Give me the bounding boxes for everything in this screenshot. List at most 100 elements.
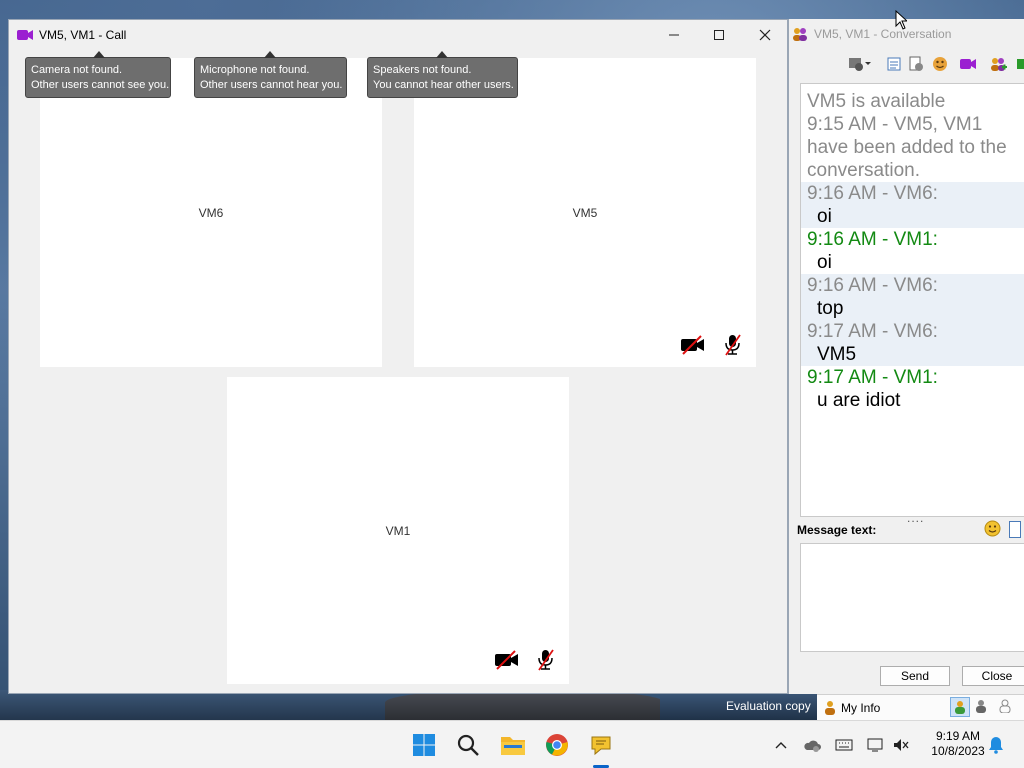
- message-text-header: Message text: ....: [797, 511, 1024, 541]
- camera-not-found-tooltip: Camera not found. Other users cannot see…: [25, 51, 171, 98]
- speakers-not-found-tooltip: Speakers not found. You cannot hear othe…: [367, 51, 518, 98]
- video-tile-vm6[interactable]: VM6: [40, 58, 382, 367]
- video-tile-vm5[interactable]: VM5: [414, 58, 756, 367]
- evaluation-copy-text: Evaluation copy: [726, 699, 811, 713]
- close-icon: [759, 29, 771, 41]
- wallpaper-rock-left: [0, 690, 400, 722]
- wallpaper-rock-center: [385, 690, 665, 722]
- tooltip-line: Speakers not found.: [373, 64, 472, 76]
- file-transfer-icon[interactable]: [908, 56, 924, 72]
- microphone-not-found-tooltip: Microphone not found. Other users cannot…: [194, 51, 347, 98]
- chat-app-button[interactable]: [585, 729, 617, 761]
- search-icon: [457, 734, 479, 756]
- start-button[interactable]: [408, 729, 440, 761]
- history-icon[interactable]: [886, 56, 902, 72]
- chat-message: 9:16 AM - VM6: top: [801, 274, 1024, 320]
- users-icon: [792, 27, 808, 41]
- chat-message-header: 9:17 AM - VM6:: [807, 321, 938, 342]
- chat-message: 9:17 AM - VM1: u are idiot: [801, 366, 1024, 412]
- message-text-label: Message text:: [797, 523, 877, 537]
- chat-message: 9:17 AM - VM6: VM5: [801, 320, 1024, 366]
- settings-dropdown-icon[interactable]: [847, 56, 873, 72]
- emoticons-icon[interactable]: [932, 56, 948, 72]
- taskbar: 9:19 AM 10/8/2023: [0, 720, 1024, 768]
- network-tray-button[interactable]: [867, 736, 885, 754]
- clock-date: 10/8/2023: [931, 744, 985, 758]
- splitter-grip[interactable]: ....: [907, 511, 924, 525]
- volume-tray-button[interactable]: [892, 736, 910, 754]
- microphone-off-icon: [720, 334, 746, 356]
- chat-message-text: u are idiot: [817, 390, 901, 411]
- status-offline-icon[interactable]: [999, 699, 1013, 715]
- file-explorer-button[interactable]: [497, 729, 529, 761]
- keyboard-tray-button[interactable]: [835, 736, 853, 754]
- send-button[interactable]: Send: [880, 666, 950, 686]
- message-text-input[interactable]: [800, 543, 1024, 652]
- video-call-icon[interactable]: [959, 56, 976, 72]
- conversation-toolbar: [789, 53, 1024, 77]
- start-icon: [413, 734, 435, 756]
- chat-message-text: oi: [817, 206, 832, 227]
- add-users-icon[interactable]: [989, 56, 1007, 72]
- taskbar-clock[interactable]: 9:19 AM 10/8/2023: [920, 729, 996, 759]
- chat-message-header: 9:17 AM - VM1:: [807, 367, 938, 388]
- chrome-icon: [546, 734, 568, 756]
- format-icon[interactable]: [1009, 521, 1021, 538]
- status-away-icon[interactable]: [975, 699, 989, 715]
- chat-message: 9:16 AM - VM1: oi: [801, 228, 1024, 274]
- tooltip-line: Camera not found.: [31, 64, 123, 76]
- chat-message: 9:16 AM - VM6: oi: [801, 182, 1024, 228]
- onedrive-tray-button[interactable]: [803, 736, 821, 754]
- tooltip-line: Microphone not found.: [200, 64, 310, 76]
- my-info-bar: My Info: [817, 694, 1024, 720]
- show-hidden-icons-button[interactable]: [772, 736, 790, 754]
- chat-message-text: VM5: [817, 344, 857, 365]
- chat-history[interactable]: VM5 is available 9:15 AM - VM5, VM1 have…: [800, 83, 1024, 517]
- chevron-up-icon: [775, 742, 787, 749]
- chat-message-text: oi: [817, 252, 832, 273]
- tooltip-line: You cannot hear other users.: [373, 79, 514, 91]
- conversation-window-title: VM5, VM1 - Conversation: [814, 27, 952, 41]
- network-icon: [867, 738, 883, 752]
- microphone-off-icon: [533, 649, 559, 671]
- chat-message-text: top: [817, 298, 844, 319]
- chat-message-header: 9:16 AM - VM6:: [807, 183, 938, 204]
- smiley-icon[interactable]: [984, 520, 1001, 537]
- tooltip-line: Other users cannot hear you.: [200, 79, 343, 91]
- video-camera-icon: [17, 29, 33, 41]
- status-online-button[interactable]: [950, 697, 970, 717]
- maximize-button[interactable]: [696, 20, 742, 50]
- close-button[interactable]: Close: [962, 666, 1024, 686]
- bell-icon: [989, 737, 1003, 754]
- chrome-button[interactable]: [541, 729, 573, 761]
- tooltip-line: Other users cannot see you.: [31, 79, 170, 91]
- my-info-icon[interactable]: [823, 700, 837, 716]
- call-window: VM5, VM1 - Call VM6 VM5 VM1 Camera not f…: [8, 19, 788, 694]
- maximize-icon: [714, 30, 724, 40]
- camera-off-icon: [494, 649, 520, 671]
- tile-label-vm6: VM6: [198, 205, 224, 220]
- close-window-button[interactable]: [742, 20, 788, 50]
- cloud-icon: [804, 740, 821, 752]
- speaker-muted-icon: [894, 739, 909, 751]
- my-info-label[interactable]: My Info: [841, 701, 880, 715]
- notifications-button[interactable]: [987, 736, 1005, 754]
- mouse-cursor-icon: [895, 10, 907, 30]
- tile-label-vm1: VM1: [385, 523, 411, 538]
- call-window-title: VM5, VM1 - Call: [39, 28, 127, 42]
- chat-message-header: 9:16 AM - VM6:: [807, 275, 938, 296]
- keyboard-icon: [835, 739, 853, 751]
- clock-time: 9:19 AM: [935, 729, 981, 743]
- search-button[interactable]: [452, 729, 484, 761]
- minimize-icon: [669, 34, 679, 36]
- chat-status-line: 9:15 AM - VM5, VM1 have been added to th…: [807, 114, 1007, 181]
- chat-app-icon: [591, 736, 611, 756]
- conversation-window: VM5, VM1 - Conversation VM5 is available…: [788, 19, 1024, 694]
- more-tools-icon[interactable]: [1015, 56, 1024, 72]
- tile-label-vm5: VM5: [572, 205, 598, 220]
- status-online-icon: [955, 701, 965, 714]
- chat-status-line: VM5 is available: [807, 91, 946, 112]
- chat-message-header: 9:16 AM - VM1:: [807, 229, 938, 250]
- video-tile-vm1[interactable]: VM1: [227, 377, 569, 684]
- minimize-button[interactable]: [651, 20, 697, 50]
